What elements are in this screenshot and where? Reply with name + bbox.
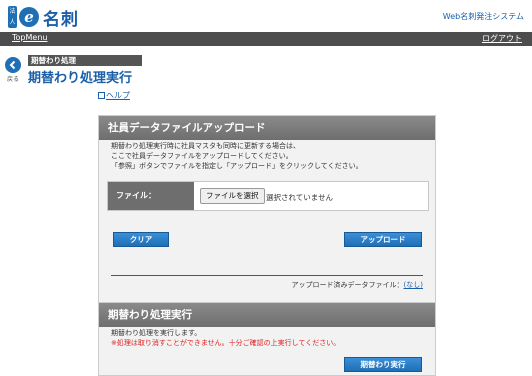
divider: [111, 275, 423, 276]
help-label: ヘルプ: [106, 91, 130, 100]
upload-desc-line: 期替わり処理実行時に社員マスタも同時に更新する場合は、: [111, 142, 300, 150]
upload-panel-title: 社員データファイルアップロード: [99, 116, 435, 140]
uploaded-file-info: アップロード済みデータファイル：(なし): [292, 280, 423, 290]
menu-bar: TopMenu ログアウト: [0, 32, 532, 46]
help-icon: [98, 92, 105, 99]
upload-description: 期替わり処理実行時に社員マスタも同時に更新する場合は、 ここで社員データファイル…: [111, 141, 363, 171]
upload-desc-line: 「参照」ボタンでファイルを指定し「アップロード」をクリックしてください。: [111, 162, 363, 170]
uploaded-file-link[interactable]: (なし): [404, 281, 423, 289]
page-title: 期替わり処理実行: [28, 71, 133, 86]
top-menu-link[interactable]: TopMenu: [12, 33, 47, 42]
app-header: 法人 e 名刺 Web名刺発注システム: [0, 0, 532, 32]
upload-desc-line: ここで社員データファイルをアップロードしてください。: [111, 152, 293, 160]
svg-text:e: e: [24, 8, 34, 26]
arrow-left-icon: [9, 60, 16, 70]
exec-panel: 期替わり処理実行 期替わり処理を実行します。 ※処理は取り消すことができません。…: [98, 303, 436, 376]
upload-button[interactable]: アップロード: [344, 232, 422, 247]
logout-link[interactable]: ログアウト: [482, 33, 522, 44]
clear-button[interactable]: クリア: [113, 232, 169, 247]
logo-text: 名刺: [43, 9, 79, 30]
system-name: Web名刺発注システム: [442, 12, 524, 21]
file-status: 選択されていません: [266, 193, 334, 202]
breadcrumb: 期替わり処理: [28, 55, 142, 66]
exec-warning: ※処理は取り消すことができません。十分ご確認の上実行してください。: [111, 339, 341, 347]
exec-description: 期替わり処理を実行します。: [111, 329, 202, 337]
app-logo[interactable]: 法人 e 名刺: [8, 5, 79, 30]
back-label: 戻る: [7, 76, 20, 83]
execute-button[interactable]: 期替わり実行: [344, 357, 422, 372]
file-label: ファイル：: [108, 182, 194, 210]
back-button[interactable]: [5, 57, 21, 73]
upload-panel: 社員データファイルアップロード 期替わり処理実行時に社員マスタも同時に更新する場…: [98, 115, 436, 303]
help-link[interactable]: ヘルプ: [98, 90, 130, 101]
choose-file-button[interactable]: ファイルを選択: [200, 188, 265, 204]
exec-panel-title: 期替わり処理実行: [99, 303, 435, 327]
uploaded-file-label: アップロード済みデータファイル：: [291, 281, 404, 289]
file-row: ファイル： ファイルを選択 選択されていません: [107, 181, 429, 211]
logo-e-icon: e: [19, 7, 39, 27]
logo-badge: 法人: [8, 6, 17, 28]
